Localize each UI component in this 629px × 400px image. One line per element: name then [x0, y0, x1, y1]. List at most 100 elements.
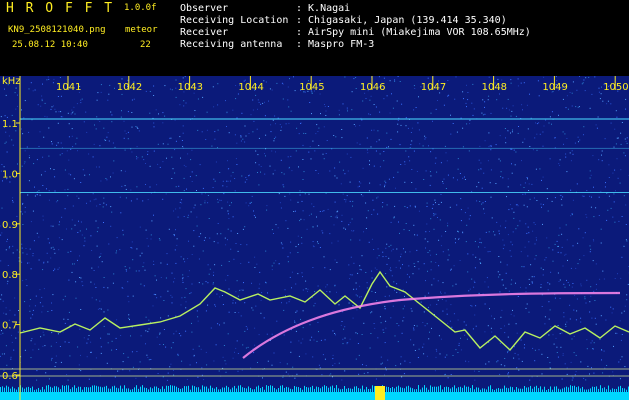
- noise-pixel: [46, 252, 48, 254]
- noise-pixel: [178, 185, 180, 187]
- noise-pixel: [81, 98, 83, 100]
- noise-pixel: [0, 333, 2, 335]
- baseline-spike: [46, 385, 47, 392]
- noise-pixel: [18, 310, 19, 311]
- baseline-spike: [470, 388, 471, 392]
- baseline-spike: [270, 385, 271, 392]
- noise-pixel: [232, 216, 234, 218]
- baseline-spike: [476, 387, 477, 392]
- baseline-spike: [568, 387, 569, 392]
- noise-pixel: [452, 177, 454, 179]
- noise-pixel: [386, 95, 388, 97]
- noise-pixel: [550, 271, 552, 273]
- noise-pixel: [601, 86, 602, 88]
- noise-pixel: [479, 238, 481, 240]
- noise-pixel: [427, 252, 429, 253]
- noise-pixel: [136, 198, 138, 200]
- noise-pixel: [373, 104, 375, 105]
- noise-pixel: [22, 202, 24, 204]
- noise-pixel: [447, 80, 449, 81]
- noise-pixel: [545, 119, 547, 121]
- noise-pixel: [424, 295, 426, 297]
- noise-pixel: [317, 241, 318, 243]
- noise-pixel: [467, 99, 469, 101]
- noise-pixel: [554, 137, 556, 139]
- noise-pixel: [232, 299, 234, 301]
- noise-pixel: [423, 353, 425, 355]
- noise-pixel: [1, 232, 3, 234]
- noise-pixel: [140, 283, 142, 285]
- noise-pixel: [502, 107, 504, 109]
- noise-pixel: [250, 367, 252, 369]
- noise-pixel: [544, 323, 546, 325]
- noise-pixel: [383, 151, 385, 152]
- noise-pixel: [95, 287, 97, 288]
- noise-pixel: [475, 305, 477, 307]
- noise-pixel: [527, 226, 529, 228]
- baseline-spike: [590, 388, 591, 392]
- noise-pixel: [416, 234, 418, 236]
- noise-pixel: [214, 304, 216, 306]
- noise-pixel: [169, 88, 171, 90]
- noise-pixel: [252, 99, 254, 101]
- noise-pixel: [575, 319, 577, 321]
- noise-pixel: [344, 173, 346, 175]
- baseline-spike: [600, 385, 601, 392]
- x-tick-label: 1050: [603, 82, 628, 93]
- noise-pixel: [341, 379, 343, 381]
- noise-pixel: [425, 247, 426, 249]
- noise-pixel: [54, 268, 56, 270]
- noise-pixel: [226, 186, 228, 188]
- noise-pixel: [511, 131, 513, 133]
- noise-pixel: [228, 288, 230, 290]
- noise-pixel: [221, 295, 223, 296]
- noise-pixel: [409, 362, 411, 364]
- noise-pixel: [534, 360, 536, 362]
- noise-pixel: [613, 345, 614, 347]
- baseline-spike: [404, 388, 405, 392]
- noise-pixel: [57, 333, 59, 335]
- noise-pixel: [511, 244, 513, 246]
- noise-pixel: [571, 213, 573, 215]
- baseline-spike: [498, 388, 499, 392]
- noise-pixel: [413, 329, 415, 331]
- noise-pixel: [352, 200, 354, 202]
- baseline-spike: [300, 387, 301, 392]
- baseline-spike: [136, 385, 137, 392]
- noise-pixel: [97, 227, 99, 229]
- noise-pixel: [467, 92, 469, 93]
- noise-pixel: [566, 321, 568, 323]
- noise-pixel: [141, 252, 143, 254]
- noise-pixel: [269, 165, 271, 167]
- baseline-spike: [446, 386, 447, 392]
- noise-pixel: [42, 83, 43, 85]
- noise-pixel: [508, 209, 510, 211]
- baseline-spike: [272, 385, 273, 392]
- noise-pixel: [426, 223, 428, 225]
- noise-pixel: [449, 320, 451, 322]
- noise-pixel: [577, 263, 579, 265]
- noise-pixel: [385, 273, 387, 275]
- noise-pixel: [171, 272, 173, 274]
- noise-pixel: [139, 226, 141, 228]
- noise-pixel: [1, 353, 3, 355]
- noise-pixel: [319, 247, 321, 248]
- noise-pixel: [452, 123, 454, 124]
- noise-pixel: [197, 316, 199, 318]
- noise-pixel: [491, 145, 492, 147]
- noise-pixel: [303, 171, 305, 173]
- noise-pixel: [470, 305, 472, 306]
- noise-pixel: [562, 98, 564, 100]
- noise-pixel: [334, 285, 336, 287]
- noise-pixel: [377, 337, 379, 339]
- noise-pixel: [153, 126, 155, 128]
- noise-pixel: [373, 323, 375, 324]
- noise-pixel: [131, 112, 133, 113]
- noise-pixel: [473, 286, 475, 288]
- noise-pixel: [350, 239, 352, 241]
- noise-pixel: [300, 123, 302, 124]
- noise-pixel: [474, 314, 476, 316]
- noise-pixel: [235, 85, 237, 86]
- noise-pixel: [83, 245, 85, 247]
- noise-pixel: [100, 253, 102, 255]
